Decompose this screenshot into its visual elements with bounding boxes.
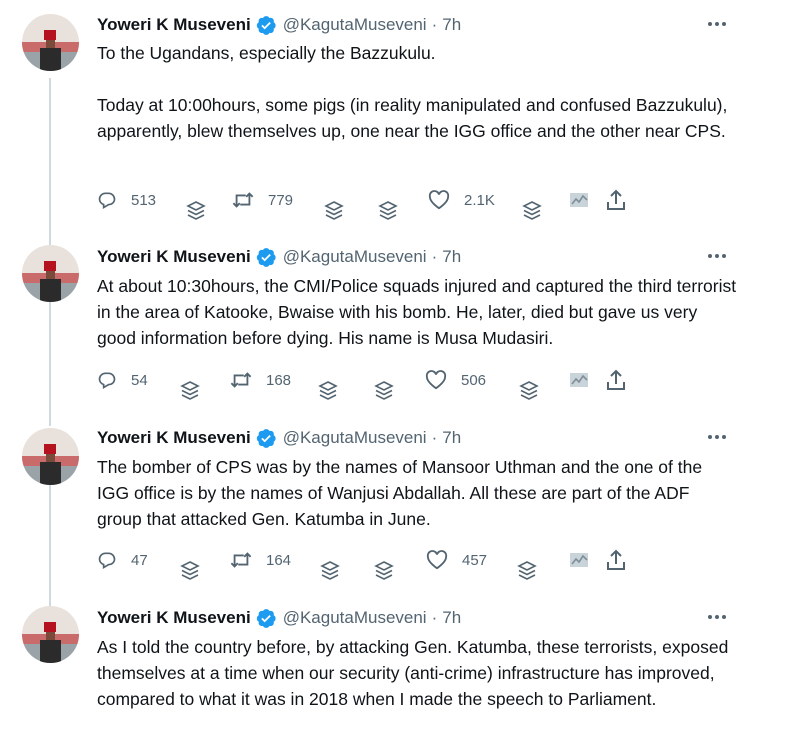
avatar[interactable] bbox=[22, 245, 79, 302]
verified-badge-icon bbox=[255, 246, 277, 268]
more-dots-icon[interactable] bbox=[704, 427, 730, 447]
author-handle[interactable]: @KagutaMuseveni bbox=[283, 15, 427, 35]
tweet-paragraph: The bomber of CPS was by the names of Ma… bbox=[97, 457, 703, 529]
reply-button[interactable]: 47 bbox=[97, 550, 148, 570]
like-count: 2.1K bbox=[464, 191, 495, 209]
layers-icon bbox=[519, 380, 539, 402]
reply-icon bbox=[98, 192, 116, 209]
heart-icon bbox=[426, 550, 448, 570]
separator-dot: · bbox=[431, 428, 438, 447]
author-handle[interactable]: @KagutaMuseveni bbox=[283, 608, 427, 628]
reply-icon bbox=[98, 372, 116, 389]
author-name[interactable]: Yoweri K Museveni bbox=[97, 247, 251, 267]
like-button[interactable]: 457 bbox=[426, 550, 487, 570]
retweet-icon bbox=[230, 372, 252, 388]
analytics-icon bbox=[570, 373, 588, 387]
tweet-header: Yoweri K Museveni @KagutaMuseveni · 7h bbox=[97, 427, 461, 449]
analytics-button[interactable] bbox=[569, 190, 589, 210]
reply-button[interactable]: 54 bbox=[97, 370, 148, 390]
author-handle[interactable]: @KagutaMuseveni bbox=[283, 428, 427, 448]
analytics-button[interactable] bbox=[569, 550, 589, 570]
retweet-button[interactable]: 164 bbox=[230, 550, 291, 570]
timestamp[interactable]: 7h bbox=[442, 608, 461, 628]
tweet[interactable]: Yoweri K Museveni @KagutaMuseveni · 7h T… bbox=[0, 418, 785, 602]
more-dots-icon[interactable] bbox=[704, 246, 730, 266]
more-dots-icon[interactable] bbox=[704, 607, 730, 627]
separator-dot: · bbox=[431, 608, 438, 627]
retweet-count: 779 bbox=[268, 191, 294, 209]
share-icon bbox=[607, 189, 625, 210]
reply-count: 513 bbox=[131, 191, 157, 209]
retweet-icon bbox=[232, 192, 254, 208]
tweet-paragraph: Today at 10:00hours, some pigs (in reali… bbox=[97, 95, 728, 141]
author-name[interactable]: Yoweri K Museveni bbox=[97, 428, 251, 448]
tweet-text: The bomber of CPS was by the names of Ma… bbox=[97, 454, 737, 532]
share-button[interactable] bbox=[606, 549, 626, 571]
reply-count: 47 bbox=[131, 551, 148, 569]
verified-badge-icon bbox=[255, 427, 277, 449]
layers-icon bbox=[378, 200, 398, 222]
layers-icon bbox=[522, 200, 542, 222]
tweet-text: To the Ugandans, especially the Bazzukul… bbox=[97, 40, 737, 144]
retweet-button[interactable]: 779 bbox=[232, 190, 293, 210]
verified-badge-icon bbox=[255, 607, 277, 629]
tweet-paragraph: As I told the country before, by attacki… bbox=[97, 637, 729, 709]
avatar[interactable] bbox=[22, 428, 79, 485]
share-icon bbox=[607, 549, 625, 570]
retweet-button[interactable]: 168 bbox=[230, 370, 291, 390]
verified-badge-icon bbox=[255, 14, 277, 36]
reply-button[interactable]: 513 bbox=[97, 190, 156, 210]
retweet-count: 164 bbox=[266, 551, 292, 569]
like-count: 457 bbox=[462, 551, 488, 569]
retweet-icon bbox=[230, 552, 252, 568]
layers-icon bbox=[324, 200, 344, 222]
layers-icon bbox=[186, 200, 206, 222]
author-name[interactable]: Yoweri K Museveni bbox=[97, 15, 251, 35]
layers-icon bbox=[517, 560, 537, 582]
layers-icon bbox=[320, 560, 340, 582]
timestamp[interactable]: 7h bbox=[442, 428, 461, 448]
tweet-thread: Yoweri K Museveni @KagutaMuseveni · 7h T… bbox=[0, 0, 785, 753]
share-button[interactable] bbox=[606, 369, 626, 391]
author-name[interactable]: Yoweri K Museveni bbox=[97, 608, 251, 628]
layers-icon bbox=[180, 560, 200, 582]
tweet-header: Yoweri K Museveni @KagutaMuseveni · 7h bbox=[97, 14, 461, 36]
separator-dot: · bbox=[431, 247, 438, 266]
heart-icon bbox=[428, 190, 450, 210]
retweet-count: 168 bbox=[266, 371, 292, 389]
share-icon bbox=[607, 369, 625, 390]
tweet-paragraph: To the Ugandans, especially the Bazzukul… bbox=[97, 43, 436, 63]
timestamp[interactable]: 7h bbox=[442, 15, 461, 35]
tweet-header: Yoweri K Museveni @KagutaMuseveni · 7h bbox=[97, 246, 461, 268]
tweet[interactable]: Yoweri K Museveni @KagutaMuseveni · 7h A… bbox=[0, 598, 785, 753]
analytics-icon bbox=[570, 193, 588, 207]
more-dots-icon[interactable] bbox=[704, 14, 730, 34]
analytics-icon bbox=[570, 553, 588, 567]
like-button[interactable]: 506 bbox=[425, 370, 486, 390]
share-button[interactable] bbox=[606, 189, 626, 211]
layers-icon bbox=[374, 560, 394, 582]
author-handle[interactable]: @KagutaMuseveni bbox=[283, 247, 427, 267]
tweet-text: At about 10:30hours, the CMI/Police squa… bbox=[97, 273, 737, 351]
layers-icon bbox=[374, 380, 394, 402]
tweet-paragraph: At about 10:30hours, the CMI/Police squa… bbox=[97, 276, 737, 348]
tweet-header: Yoweri K Museveni @KagutaMuseveni · 7h bbox=[97, 607, 461, 629]
tweet-text: As I told the country before, by attacki… bbox=[97, 634, 737, 712]
avatar[interactable] bbox=[22, 14, 79, 71]
reply-count: 54 bbox=[131, 371, 148, 389]
tweet[interactable]: Yoweri K Museveni @KagutaMuseveni · 7h A… bbox=[0, 235, 785, 418]
avatar[interactable] bbox=[22, 606, 79, 663]
analytics-button[interactable] bbox=[569, 370, 589, 390]
heart-icon bbox=[425, 370, 447, 390]
tweet[interactable]: Yoweri K Museveni @KagutaMuseveni · 7h T… bbox=[0, 0, 785, 235]
reply-icon bbox=[98, 552, 116, 569]
timestamp[interactable]: 7h bbox=[442, 247, 461, 267]
like-button[interactable]: 2.1K bbox=[428, 190, 495, 210]
separator-dot: · bbox=[431, 15, 438, 34]
layers-icon bbox=[318, 380, 338, 402]
like-count: 506 bbox=[461, 371, 487, 389]
layers-icon bbox=[180, 380, 200, 402]
